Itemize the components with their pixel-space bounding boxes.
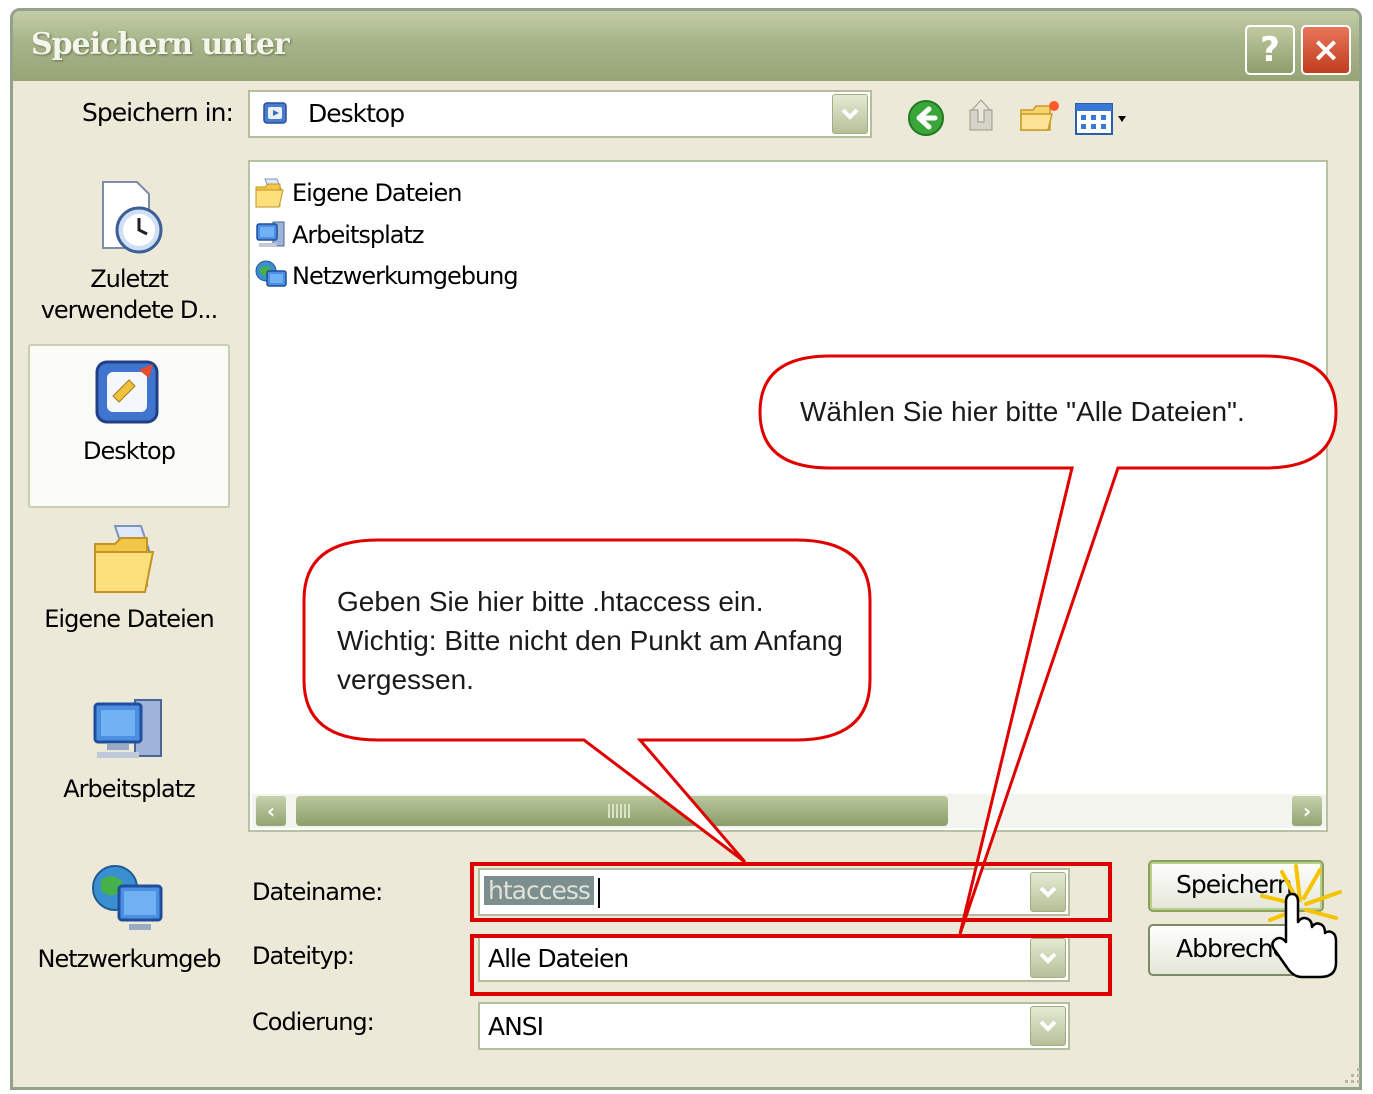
callout-2-text: Geben Sie hier bitte .htaccess ein. Wich… xyxy=(337,586,843,695)
scrollbar-thumb[interactable] xyxy=(296,796,948,826)
place-label: Netzwerkumgeb xyxy=(37,945,222,973)
place-label: Arbeitsplatz xyxy=(63,775,195,803)
back-icon[interactable] xyxy=(906,98,946,138)
my-documents-icon xyxy=(94,525,155,593)
place-desktop[interactable]: Desktop xyxy=(28,344,230,508)
file-name: Eigene Dateien xyxy=(292,179,462,207)
horizontal-scrollbar[interactable]: ‹ › xyxy=(252,794,1326,828)
save-button[interactable]: Speichern xyxy=(1148,860,1324,912)
place-recent[interactable]: Zuletzt verwendete D... xyxy=(28,176,230,336)
cancel-button[interactable]: Abbrechen xyxy=(1148,924,1324,976)
recent-documents-icon xyxy=(102,181,163,254)
chevron-down-icon[interactable] xyxy=(832,94,868,134)
network-icon xyxy=(92,865,163,930)
list-item[interactable]: Eigene Dateien xyxy=(254,174,462,212)
dialog-title: Speichern unter xyxy=(31,27,290,62)
save-in-dropdown[interactable]: Desktop xyxy=(248,90,872,138)
file-name: Netzwerkumgebung xyxy=(292,262,519,290)
scroll-left-icon[interactable]: ‹ xyxy=(256,796,286,826)
scroll-grip-icon xyxy=(608,804,632,818)
up-folder-icon[interactable] xyxy=(962,96,1002,136)
filetype-label: Dateityp: xyxy=(252,942,355,970)
callout-1-text: Wählen Sie hier bitte "Alle Dateien". xyxy=(800,396,1245,427)
list-item[interactable]: Netzwerkumgebung xyxy=(254,257,519,295)
encoding-label: Codierung: xyxy=(252,1008,375,1036)
place-label: Zuletzt verwendete D... xyxy=(40,265,219,324)
place-my-computer[interactable]: Arbeitsplatz xyxy=(28,690,230,820)
file-name: Arbeitsplatz xyxy=(292,221,424,249)
chevron-down-icon[interactable] xyxy=(1030,1006,1066,1046)
close-button[interactable]: × xyxy=(1301,25,1351,75)
desktop-icon xyxy=(95,360,159,424)
place-label: Eigene Dateien xyxy=(44,605,214,633)
list-item[interactable]: Arbeitsplatz xyxy=(254,216,424,254)
new-folder-icon[interactable] xyxy=(1018,96,1062,136)
filename-label: Dateiname: xyxy=(252,878,383,906)
my-documents-icon xyxy=(255,178,284,208)
file-list[interactable]: Eigene Dateien Arbeitsplatz Netzwerkumge… xyxy=(248,160,1328,832)
help-button[interactable]: ? xyxy=(1245,25,1295,75)
my-computer-icon xyxy=(93,699,162,758)
save-in-value: Desktop xyxy=(308,99,405,128)
scroll-right-icon[interactable]: › xyxy=(1292,796,1322,826)
desktop-icon xyxy=(263,102,287,124)
my-computer-icon xyxy=(256,221,285,247)
filetype-highlight xyxy=(470,934,1112,996)
resize-grip-icon[interactable] xyxy=(1341,1064,1363,1086)
title-bar[interactable]: Speichern unter ? × xyxy=(13,11,1359,81)
save-in-label: Speichern in: xyxy=(82,98,234,127)
encoding-dropdown[interactable]: ANSI xyxy=(478,1002,1070,1050)
filename-highlight xyxy=(470,862,1112,922)
views-menu-icon[interactable] xyxy=(1074,98,1134,138)
network-icon xyxy=(255,260,287,287)
place-network[interactable]: Netzwerkumgeb xyxy=(28,860,230,990)
encoding-value: ANSI xyxy=(488,1012,544,1041)
places-bar: Zuletzt verwendete D... Desktop Eigene D… xyxy=(28,160,230,973)
place-label: Desktop xyxy=(83,437,176,465)
place-my-documents[interactable]: Eigene Dateien xyxy=(28,520,230,650)
